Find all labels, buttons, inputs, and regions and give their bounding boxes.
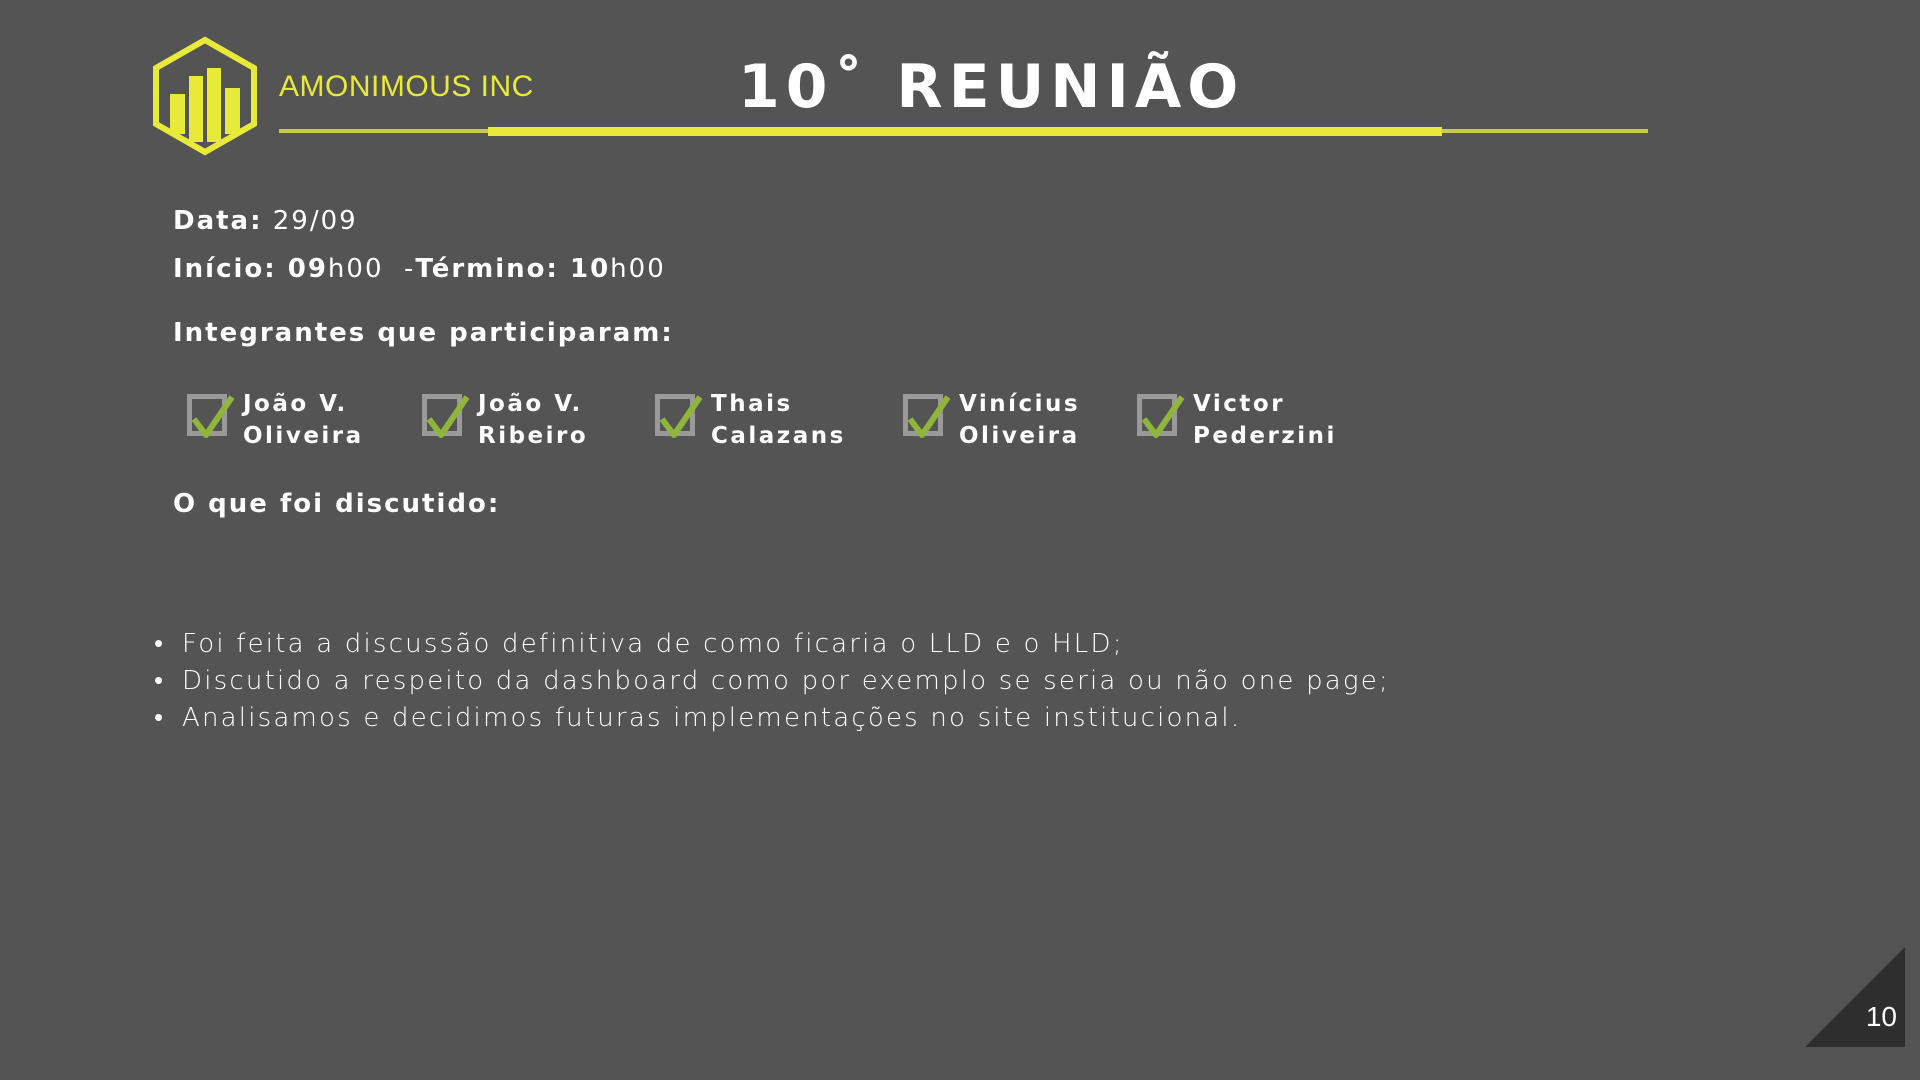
page-number: 10 [1865, 1001, 1897, 1032]
member-name: Vinícius Oliveira [959, 391, 1081, 449]
start-label: Início: [173, 254, 288, 284]
checkmark-icon [426, 395, 470, 438]
end-hour: 10 [569, 254, 611, 284]
start-minutes: h00 [327, 254, 384, 284]
list-item: Foi feita a discussão definitiva de como… [154, 626, 1390, 663]
topics-list: Foi feita a discussão definitiva de como… [154, 626, 1390, 737]
date-value: 29/09 [262, 206, 358, 236]
end-label: Término: [415, 254, 570, 284]
member-item: Vinícius Oliveira [903, 388, 1080, 452]
date-label: Data: [173, 206, 263, 236]
list-item: Analisamos e decidimos futuras implement… [154, 700, 1390, 737]
discussed-heading: O que foi discutido: [173, 489, 501, 519]
member-checkbox[interactable] [422, 394, 470, 438]
member-checkbox[interactable] [1137, 394, 1185, 438]
checkmark-icon [1141, 395, 1185, 438]
member-checkbox[interactable] [903, 394, 951, 438]
time-separator: - [383, 254, 416, 284]
member-item: Thais Calazans [655, 388, 846, 452]
list-item: Discutido a respeito da dashboard como p… [154, 663, 1390, 700]
member-name: Victor Pederzini [1193, 391, 1337, 449]
members-heading: Integrantes que participaram: [173, 318, 674, 348]
checkmark-icon [659, 395, 703, 438]
member-item: Victor Pederzini [1137, 388, 1337, 452]
member-name: João V. Ribeiro [478, 391, 589, 449]
checkmark-icon [907, 395, 951, 438]
member-name: Thais Calazans [711, 391, 846, 449]
time-line: Início: 09h00 -Término: 10h00 [173, 254, 666, 284]
start-hour: 09 [287, 254, 328, 284]
member-checkbox[interactable] [655, 394, 703, 438]
date-line: Data: 29/09 [173, 206, 358, 236]
page-title: 10˚ REUNIÃO [738, 52, 1245, 122]
company-name: AMONIMOUS INC [279, 70, 534, 103]
member-item: João V. Ribeiro [422, 388, 588, 452]
member-name: João V. Oliveira [243, 391, 364, 449]
end-minutes: h00 [610, 254, 666, 284]
logo-hexagon-icon [153, 36, 257, 156]
header-rule-accent [488, 127, 1442, 136]
member-checkbox[interactable] [187, 394, 235, 438]
member-item: João V. Oliveira [187, 388, 364, 452]
checkmark-icon [191, 395, 235, 438]
